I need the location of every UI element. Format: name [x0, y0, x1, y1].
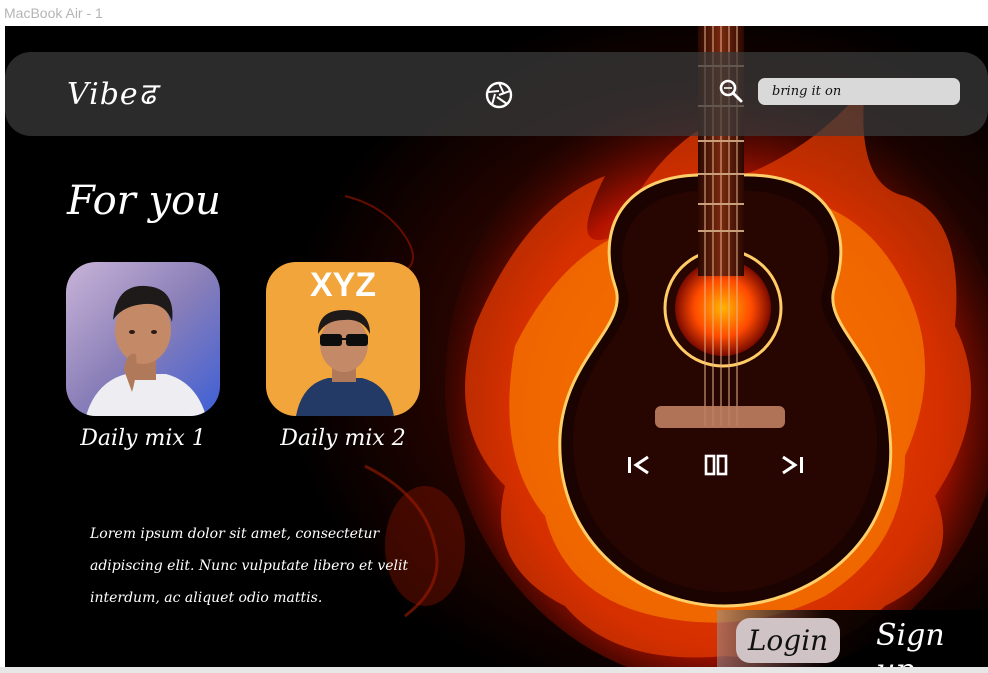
- cover-xyz-text: XYZ: [310, 266, 376, 304]
- pause-icon[interactable]: [703, 454, 729, 476]
- bottom-scroll-bar: [0, 667, 988, 673]
- daily-mix-2-label: Daily mix 2: [280, 426, 406, 451]
- search-icon[interactable]: [718, 78, 744, 104]
- daily-mix-1-cover-image: [66, 262, 220, 416]
- search-input[interactable]: [772, 84, 946, 99]
- app-frame: Vibeढ For you: [5, 26, 988, 667]
- daily-mix-2-card[interactable]: XYZ: [266, 262, 420, 416]
- app-logo[interactable]: Vibeढ: [67, 72, 157, 113]
- daily-mix-1-label: Daily mix 1: [80, 426, 206, 451]
- login-button[interactable]: Login: [736, 618, 840, 663]
- camera-shutter-icon[interactable]: [484, 80, 514, 110]
- description-text: Lorem ipsum dolor sit amet, consectetur …: [90, 526, 409, 606]
- frame-label: MacBook Air - 1: [4, 5, 103, 21]
- daily-mix-2-cover-image: XYZ: [266, 262, 420, 416]
- skip-next-icon[interactable]: [779, 454, 805, 476]
- search-input-container[interactable]: [758, 78, 960, 105]
- skip-previous-icon[interactable]: [626, 454, 652, 476]
- section-title: For you: [67, 178, 221, 224]
- signup-link[interactable]: Sign up: [876, 618, 988, 667]
- daily-mix-1-card[interactable]: [66, 262, 220, 416]
